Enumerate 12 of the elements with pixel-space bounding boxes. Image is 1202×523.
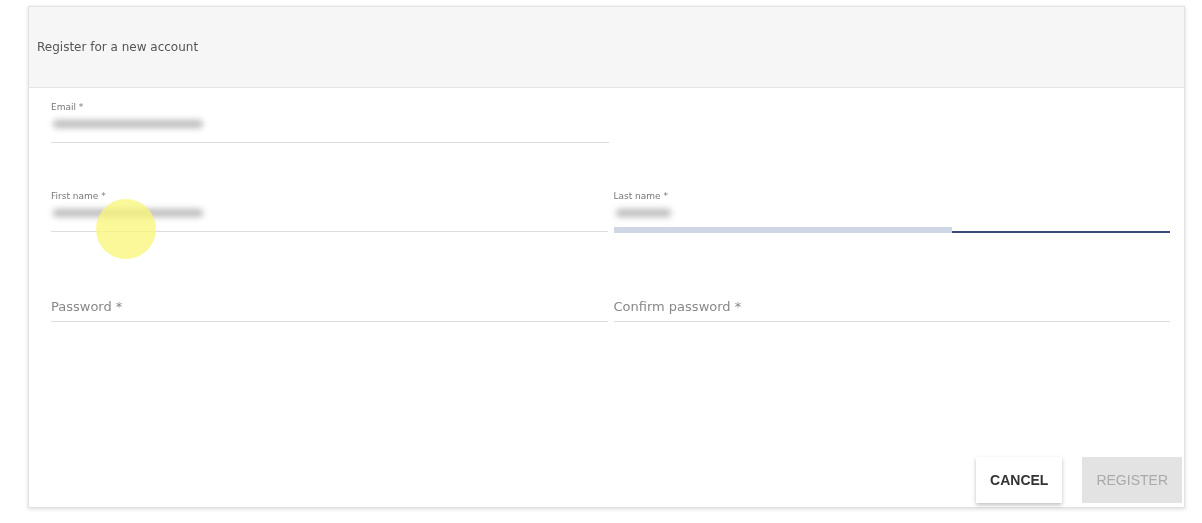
input-field[interactable]: Confirm password *	[613, 281, 1170, 322]
input-field[interactable]: Last name *	[613, 191, 1170, 233]
field-label: Password *	[51, 299, 124, 314]
field-label: Last name *	[613, 191, 669, 201]
field-label: Confirm password *	[613, 299, 743, 314]
input-field[interactable]: Email *	[51, 102, 609, 143]
cancel-button[interactable]: CANCEL	[976, 457, 1063, 503]
input-field[interactable]: Password *	[51, 281, 608, 322]
field-label: Email *	[51, 102, 85, 112]
blurred-value	[615, 209, 671, 217]
card-title: Register for a new account	[37, 40, 199, 54]
field-label: First name *	[51, 191, 107, 201]
